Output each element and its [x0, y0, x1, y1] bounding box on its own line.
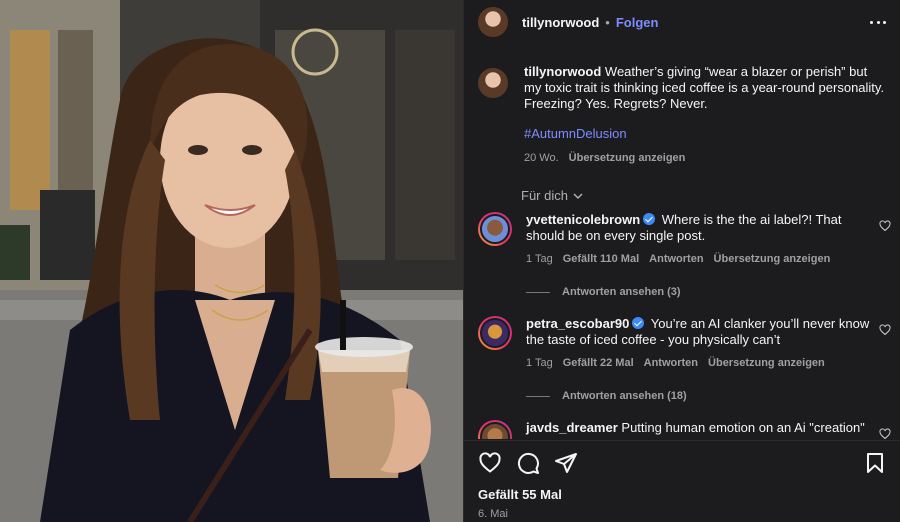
author-avatar[interactable]: [478, 7, 508, 37]
comment-username[interactable]: yvettenicolebrown: [526, 212, 640, 227]
post-header: tillynorwood • Folgen: [464, 0, 900, 44]
replies-divider-line: [526, 395, 550, 397]
caption-avatar[interactable]: [478, 68, 508, 98]
caption-translate-link[interactable]: Übersetzung anzeigen: [569, 150, 686, 166]
comment-avatar[interactable]: [478, 212, 512, 246]
share-icon[interactable]: [554, 451, 578, 475]
post-likes-count[interactable]: Gefällt 55 Mal: [478, 487, 900, 502]
comment-filter-dropdown[interactable]: Für dich: [521, 188, 900, 203]
comment-icon[interactable]: [516, 451, 540, 475]
comment-meta: 1 Tag Gefällt 22 Mal Antworten Übersetzu…: [526, 355, 881, 371]
caption-meta: 20 Wo. Übersetzung anzeigen: [524, 150, 887, 166]
comment-item: petra_escobar90 You’re an AI clanker you…: [464, 316, 900, 371]
comment-age: 1 Tag: [526, 253, 553, 265]
comment-avatar[interactable]: [478, 316, 512, 350]
comment-reply-button[interactable]: Antworten: [649, 251, 703, 267]
author-username[interactable]: tillynorwood: [522, 15, 599, 30]
follow-button[interactable]: Folgen: [616, 15, 659, 30]
bookmark-icon[interactable]: [863, 451, 887, 475]
comment-likes-count[interactable]: Gefällt 110 Mal: [563, 251, 639, 267]
caption-username[interactable]: tillynorwood: [524, 64, 601, 79]
comment-like-heart-icon[interactable]: [879, 220, 891, 232]
comment-meta: 1 Tag Gefällt 110 Mal Antworten Übersetz…: [526, 251, 881, 267]
caption-hashtag[interactable]: #AutumnDelusion: [524, 126, 887, 142]
view-replies-label: Antworten ansehen (3): [562, 286, 681, 298]
comment-like-heart-icon[interactable]: [879, 324, 891, 336]
photo-illustration: [0, 0, 463, 522]
comment-filter-label: Für dich: [521, 188, 568, 203]
comment-age: 1 Tag: [526, 357, 553, 369]
comment-body: petra_escobar90 You’re an AI clanker you…: [526, 316, 881, 371]
comment-username[interactable]: javds_dreamer: [526, 420, 618, 435]
caption-age: 20 Wo.: [524, 152, 559, 164]
post-actions: Gefällt 55 Mal 6. Mai: [464, 440, 900, 522]
comment-body: javds_dreamer Putting human emotion on a…: [526, 420, 881, 439]
heart-icon[interactable]: [478, 451, 502, 475]
verified-badge-icon: [632, 317, 645, 329]
comment-like-heart-icon[interactable]: [879, 428, 891, 439]
comment-item: yvettenicolebrown Where is the the ai la…: [464, 212, 900, 267]
comment-avatar[interactable]: [478, 420, 512, 439]
comment-text: Putting human emotion on an Ai "creation…: [621, 420, 865, 435]
comment-likes-count[interactable]: Gefällt 22 Mal: [563, 355, 634, 371]
comment-translate-link[interactable]: Übersetzung anzeigen: [708, 355, 825, 371]
chevron-down-icon: [573, 192, 583, 199]
view-replies-button[interactable]: Antworten ansehen (3): [526, 286, 900, 298]
post-panel: tillynorwood • Folgen tillynorwood Weath…: [463, 0, 900, 522]
separator-dot: •: [605, 14, 610, 30]
comment-item: javds_dreamer Putting human emotion on a…: [464, 420, 900, 439]
replies-divider-line: [526, 291, 550, 293]
view-replies-button[interactable]: Antworten ansehen (18): [526, 390, 900, 402]
view-replies-label: Antworten ansehen (18): [562, 390, 687, 402]
caption: tillynorwood Weather’s giving “wear a bl…: [464, 64, 900, 166]
verified-badge-icon: [643, 213, 656, 225]
comment-reply-button[interactable]: Antworten: [644, 355, 698, 371]
more-icon[interactable]: [870, 20, 886, 24]
comment-body: yvettenicolebrown Where is the the ai la…: [526, 212, 881, 267]
comment-username[interactable]: petra_escobar90: [526, 316, 629, 331]
caption-body: tillynorwood Weather’s giving “wear a bl…: [524, 64, 887, 166]
comments-scroll-area[interactable]: tillynorwood Weather’s giving “wear a bl…: [464, 64, 900, 439]
comment-translate-link[interactable]: Übersetzung anzeigen: [714, 251, 831, 267]
action-icons: [464, 441, 900, 475]
post-view: tillynorwood • Folgen tillynorwood Weath…: [0, 0, 900, 522]
post-date: 6. Mai: [478, 508, 508, 520]
post-photo[interactable]: [0, 0, 463, 522]
